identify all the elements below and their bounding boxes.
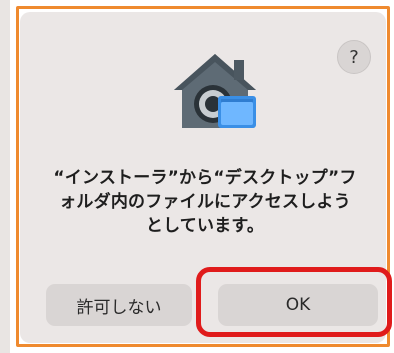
deny-button-label: 許可しない: [76, 297, 162, 318]
message-line-2: ォルダ内のファイルにアクセスしよう: [59, 192, 351, 212]
background-window-edge: [0, 0, 10, 353]
help-button[interactable]: ?: [337, 40, 371, 74]
permission-message: “インストーラ”から“デスクトップ”フ ォルダ内のファイルにアクセスしよう とし…: [38, 166, 372, 238]
security-house-lock-icon: [174, 54, 256, 128]
deny-button[interactable]: 許可しない: [46, 284, 192, 326]
message-line-1: “インストーラ”から“デスクトップ”フ: [53, 168, 357, 188]
screenshot-stage: ? “インストーラ”から“デスクトップ”フ ォルダ内のファイルにアクセスしよう …: [0, 0, 394, 353]
message-line-3: としています。: [145, 216, 265, 236]
ok-highlight-outline: [196, 267, 392, 337]
help-label: ?: [349, 46, 359, 68]
